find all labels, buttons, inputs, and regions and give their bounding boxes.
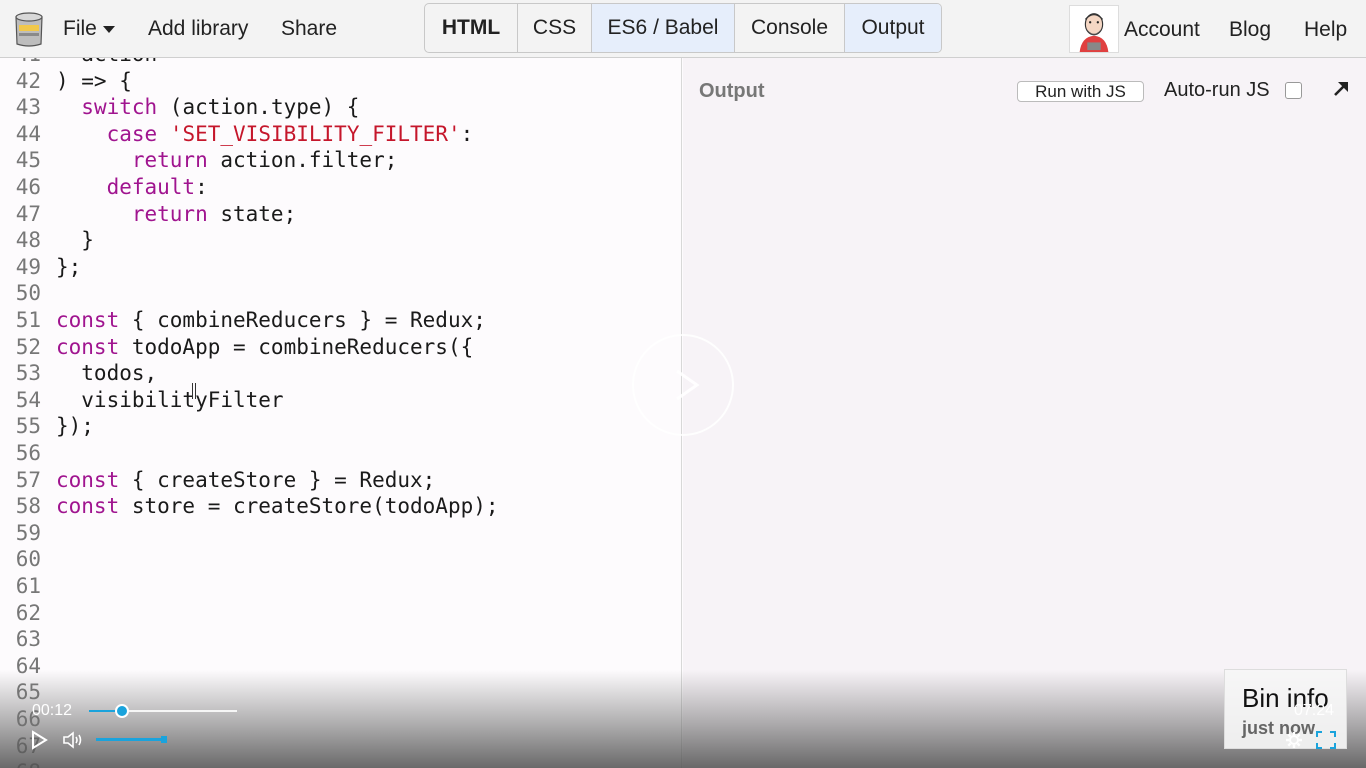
blog-link[interactable]: Blog [1229,18,1271,42]
volume-handle[interactable] [161,736,167,743]
line-number: 55 [15,414,41,439]
line-number: 46 [15,175,41,199]
line-number: 59 [15,520,41,545]
help-link[interactable]: Help [1304,18,1347,42]
code-line[interactable]: 60 [0,546,681,573]
line-number: 42 [15,68,41,93]
popout-arrow-icon[interactable] [1330,78,1352,100]
run-with-js-button[interactable]: Run with JS [1017,81,1144,102]
line-number: 53 [15,361,41,386]
line-number: 43 [15,95,41,120]
line-number: 56 [15,441,41,465]
volume-level[interactable] [96,738,164,741]
code-line[interactable]: 42 ) => { [0,68,681,95]
code-line[interactable]: 43 switch (action.type) { [0,94,681,121]
code-line[interactable]: 41 action [0,58,681,68]
code-line[interactable]: 50 [0,280,681,307]
line-number: 41 [0,58,41,68]
account-link[interactable]: Account [1124,18,1200,42]
code-text: }; [56,254,82,279]
line-number: 50 [15,281,41,306]
code-line[interactable]: 48 } [0,227,681,254]
text-cursor-icon [192,383,196,399]
panel-toggle-group: HTML CSS ES6 / Babel Console Output [424,3,942,53]
code-line[interactable]: 55}); [0,413,681,440]
code-line[interactable]: 53 todos, [0,360,681,387]
code-text: ) => { [56,68,132,93]
top-bar: File Add library Share HTML CSS ES6 / Ba… [0,0,1366,58]
code-line[interactable]: 58 const store = createStore(todoApp); [0,493,681,520]
code-text: case 'SET_VISIBILITY_FILTER': [106,121,474,146]
tab-console[interactable]: Console [735,4,845,52]
code-text: }); [56,414,94,439]
jsbin-logo-icon[interactable] [14,11,44,47]
output-title: Output [699,80,765,102]
code-line[interactable]: 59 [0,520,681,547]
total-time: 07:24 [1294,702,1335,719]
bin-info-timestamp: just now [1242,718,1315,738]
tab-es6-babel[interactable]: ES6 / Babel [592,4,735,52]
line-number: 47 [15,201,41,226]
play-overlay-icon [632,334,734,436]
line-number: 52 [15,334,41,359]
line-number: 54 [15,387,41,412]
code-line[interactable]: 47 return state; [0,201,681,228]
code-line[interactable]: 63 [0,626,681,653]
line-number: 63 [15,627,41,652]
add-library-button[interactable]: Add library [148,17,248,41]
code-line[interactable]: 57 const { createStore } = Redux; [0,467,681,494]
code-line[interactable]: 49}; [0,254,681,281]
line-number: 49 [15,254,41,279]
auto-run-checkbox[interactable] [1285,82,1302,99]
line-number: 61 [15,574,41,598]
fullscreen-icon[interactable] [1315,730,1337,750]
tab-output[interactable]: Output [845,4,941,52]
tab-css[interactable]: CSS [518,4,592,52]
line-number: 44 [15,121,41,146]
line-number: 45 [15,148,41,173]
code-line[interactable]: 46 default: [0,174,681,201]
avatar[interactable] [1069,5,1119,53]
code-text: switch (action.type) { [81,95,360,120]
line-number: 48 [15,228,41,253]
code-line[interactable]: 45 return action.filter; [0,147,681,174]
code-line[interactable]: 56 [0,440,681,467]
code-text: const todoApp = combineReducers({ [56,334,474,359]
code-text: return state; [131,201,297,226]
code-text: const store = createStore(todoApp); [56,494,499,519]
output-panel: Output Run with JS Auto-run JS [632,58,1366,768]
tab-html[interactable]: HTML [425,4,518,52]
code-text: action [56,58,157,68]
code-text: todos, [56,361,158,386]
auto-run-label: Auto-run JS [1164,79,1270,101]
code-line[interactable]: 51 const { combineReducers } = Redux; [0,307,681,334]
file-menu[interactable]: File [63,17,115,41]
code-line[interactable]: 61 [0,573,681,600]
file-menu-label: File [63,17,97,40]
code-text: const { createStore } = Redux; [56,467,436,492]
code-text: return action.filter; [131,148,398,173]
line-number: 58 [15,494,41,519]
chevron-down-icon [102,25,115,33]
gear-icon[interactable] [1285,731,1303,749]
line-number: 60 [15,547,41,572]
code-line[interactable]: 44 case 'SET_VISIBILITY_FILTER': [0,121,681,148]
code-text: default: [106,175,208,199]
line-number: 57 [15,467,41,492]
code-editor[interactable]: 41 action42) => {43 switch (action.type)… [0,58,682,768]
volume-icon[interactable] [62,730,84,750]
line-number: 51 [15,308,41,332]
current-time: 00:12 [32,702,73,719]
code-line[interactable]: 54 visibilityFilter [0,387,681,414]
code-text: } [56,228,94,253]
line-number: 62 [15,600,41,625]
share-button[interactable]: Share [281,17,337,41]
code-text: const { combineReducers } = Redux; [56,308,486,332]
code-line[interactable]: 62 [0,600,681,627]
play-icon[interactable] [30,730,48,750]
code-text: visibilityFilter [56,387,284,412]
code-line[interactable]: 52 const todoApp = combineReducers({ [0,334,681,361]
video-controls-backdrop [0,670,1366,768]
